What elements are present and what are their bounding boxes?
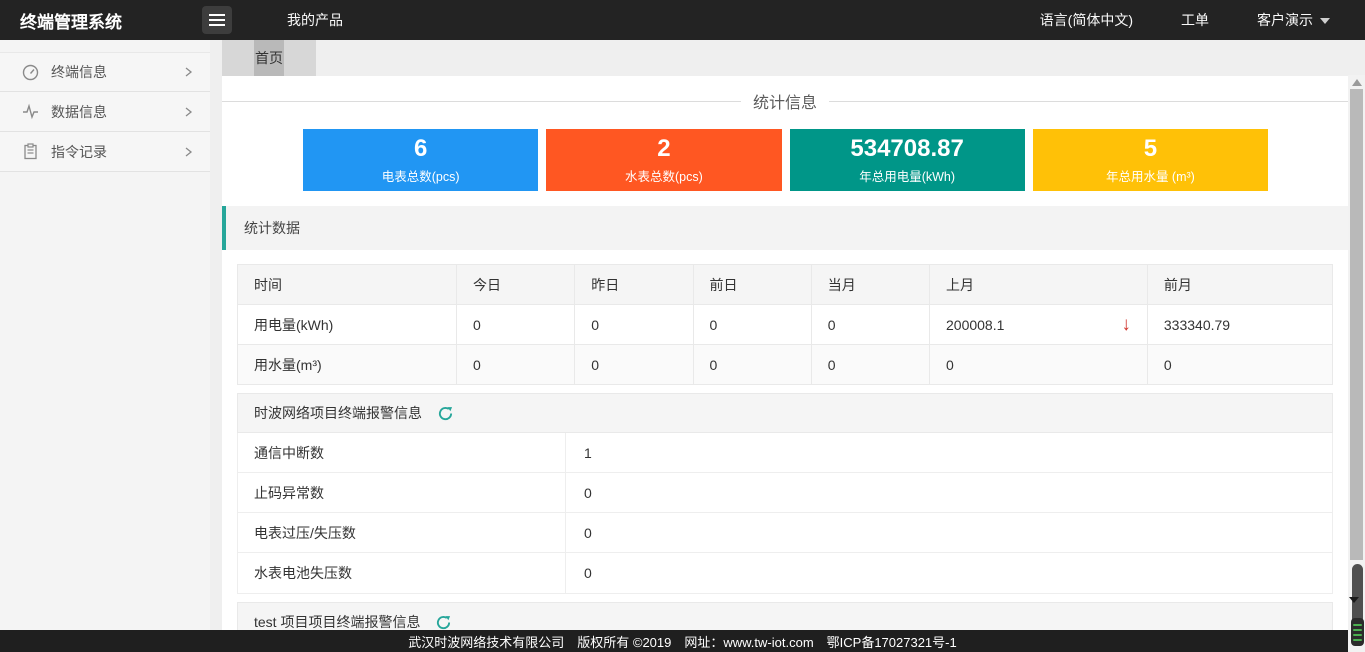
header-right: 语言(简体中文) 工单 客户演示	[1040, 10, 1365, 30]
stats-section-title-text: 统计信息	[753, 89, 817, 113]
chevron-down-icon	[1320, 18, 1330, 24]
col-header-day-before: 前日	[693, 265, 811, 305]
stat-card-label: 年总用电量(kWh)	[790, 166, 1025, 185]
stat-card-label: 电表总数(pcs)	[303, 166, 538, 185]
stat-card-water-meters: 2 水表总数(pcs)	[546, 129, 781, 191]
col-header-this-month: 当月	[811, 265, 929, 305]
stats-data-band-title: 统计数据	[244, 218, 300, 238]
cell-value: 0	[693, 345, 811, 385]
sidebar-item-label: 指令记录	[51, 142, 182, 162]
stats-section-title: 统计信息	[222, 89, 1348, 113]
cell-value: 333340.79	[1147, 305, 1332, 345]
chevron-right-icon	[182, 106, 194, 118]
scroll-up-arrow-icon[interactable]	[1352, 79, 1362, 86]
scroll-down-arrow-icon[interactable]	[1349, 597, 1359, 603]
alarm-label: 止码异常数	[238, 473, 566, 512]
stat-card-electric-meters: 6 电表总数(pcs)	[303, 129, 538, 191]
tab-home[interactable]: 首页	[222, 40, 316, 76]
top-header: 终端管理系统 我的产品 语言(简体中文) 工单 客户演示	[0, 0, 1365, 40]
alarm-value: 0	[566, 553, 1332, 593]
sidebar: 终端信息 数据信息 指令记录	[0, 40, 210, 630]
stats-table: 时间 今日 昨日 前日 当月 上月 前月 用电量(kWh) 0 0 0 0 20…	[237, 264, 1333, 385]
sidebar-item-label: 终端信息	[51, 62, 182, 82]
nav-work-order[interactable]: 工单	[1181, 10, 1209, 30]
footer: 武汉时波网络技术有限公司 版权所有 ©2019 网址：www.tw-iot.co…	[0, 630, 1365, 652]
alarm-value: 1	[566, 433, 1332, 472]
col-header-yesterday: 昨日	[575, 265, 693, 305]
alarm-section2-title: test 项目项目终端报警信息	[254, 612, 420, 630]
cell-value: 200008.1	[946, 317, 1004, 333]
alarm-label: 电表过压/失压数	[238, 513, 566, 552]
alarm-section-band: 时波网络项目终端报警信息	[237, 393, 1333, 433]
refresh-icon	[438, 406, 453, 421]
cell-value: 0	[1147, 345, 1332, 385]
alarm-label: 通信中断数	[238, 433, 566, 472]
user-menu-label: 客户演示	[1257, 12, 1313, 28]
col-header-last-month: 上月	[930, 265, 1148, 305]
tab-bar: 首页	[222, 40, 1348, 76]
alarm-value: 0	[566, 513, 1332, 552]
app-title: 终端管理系统	[0, 8, 202, 33]
refresh-icon	[436, 615, 451, 630]
cell-value: 0	[811, 305, 929, 345]
footer-text: 武汉时波网络技术有限公司 版权所有 ©2019 网址：www.tw-iot.co…	[408, 632, 956, 651]
cell-value: 0	[693, 305, 811, 345]
trend-down-arrow-icon: ↓	[1121, 315, 1131, 334]
col-header-time: 时间	[238, 265, 457, 305]
nav-user-menu[interactable]: 客户演示	[1257, 10, 1330, 30]
sidebar-toggle-button[interactable]	[202, 6, 232, 34]
refresh-button[interactable]	[436, 615, 451, 630]
cell-label: 用电量(kWh)	[238, 305, 457, 345]
cell-value: 0	[457, 305, 575, 345]
alarm-section-title: 时波网络项目终端报警信息	[254, 403, 422, 423]
main-content: 统计信息 6 电表总数(pcs) 2 水表总数(pcs) 534708.87 年…	[222, 76, 1348, 630]
chevron-right-icon	[182, 66, 194, 78]
table-row-water: 用水量(m³) 0 0 0 0 0 0	[238, 345, 1333, 385]
nav-language[interactable]: 语言(简体中文)	[1040, 10, 1133, 30]
clipboard-icon	[22, 143, 39, 160]
green-stripes-widget-icon[interactable]	[1351, 618, 1364, 646]
list-menu-icon	[209, 13, 225, 27]
nav-my-products[interactable]: 我的产品	[287, 10, 343, 30]
cell-label: 用水量(m³)	[238, 345, 457, 385]
vertical-scrollbar[interactable]	[1348, 75, 1365, 652]
stat-card-annual-electricity: 534708.87 年总用电量(kWh)	[790, 129, 1025, 191]
sidebar-item-label: 数据信息	[51, 102, 182, 122]
table-header-row: 时间 今日 昨日 前日 当月 上月 前月	[238, 265, 1333, 305]
alarm-row-battery-voltage: 水表电池失压数 0	[238, 553, 1332, 593]
cell-value: 0	[575, 305, 693, 345]
cell-value: 0	[575, 345, 693, 385]
stat-card-value: 6	[303, 135, 538, 163]
gauge-icon	[22, 64, 39, 81]
col-header-today: 今日	[457, 265, 575, 305]
stat-card-value: 2	[546, 135, 781, 163]
alarm-row-comm-interrupt: 通信中断数 1	[238, 433, 1332, 473]
pulse-icon	[22, 103, 39, 120]
stat-card-label: 水表总数(pcs)	[546, 166, 781, 185]
alarm-section2-band: test 项目项目终端报警信息	[237, 602, 1333, 630]
stat-cards: 6 电表总数(pcs) 2 水表总数(pcs) 534708.87 年总用电量(…	[303, 129, 1268, 191]
sidebar-item-data-info[interactable]: 数据信息	[0, 92, 210, 132]
stat-card-label: 年总用水量 (m³)	[1033, 166, 1268, 185]
sidebar-item-command-log[interactable]: 指令记录	[0, 132, 210, 172]
cell-value: 0	[930, 345, 1148, 385]
alarm-row-overvoltage: 电表过压/失压数 0	[238, 513, 1332, 553]
refresh-button[interactable]	[438, 406, 453, 421]
cell-value-last-month: 200008.1 ↓	[930, 305, 1148, 345]
stat-card-value: 5	[1033, 135, 1268, 163]
stats-data-band: 统计数据	[222, 206, 1348, 250]
cell-value: 0	[457, 345, 575, 385]
cell-value: 0	[811, 345, 929, 385]
alarm-row-stopcode-abnormal: 止码异常数 0	[238, 473, 1332, 513]
alarm-label: 水表电池失压数	[238, 553, 566, 593]
stat-card-value: 534708.87	[790, 135, 1025, 163]
stat-card-annual-water: 5 年总用水量 (m³)	[1033, 129, 1268, 191]
chevron-right-icon	[182, 146, 194, 158]
alarm-rows: 通信中断数 1 止码异常数 0 电表过压/失压数 0 水表电池失压数 0	[237, 433, 1333, 594]
sidebar-item-terminal-info[interactable]: 终端信息	[0, 52, 210, 92]
col-header-month-before: 前月	[1147, 265, 1332, 305]
table-row-electricity: 用电量(kWh) 0 0 0 0 200008.1 ↓ 333340.79	[238, 305, 1333, 345]
scrollbar-thumb[interactable]	[1350, 89, 1363, 560]
alarm-value: 0	[566, 473, 1332, 512]
